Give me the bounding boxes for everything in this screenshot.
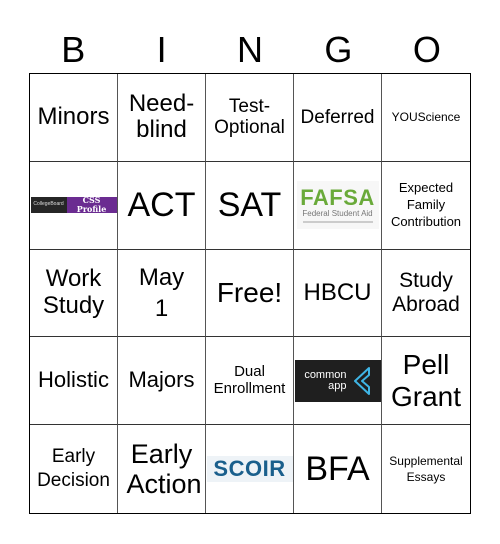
cell-label: Pell Grant — [390, 349, 462, 412]
cell-label: SAT — [217, 186, 282, 225]
cell-label: Dual Enrollment — [213, 362, 286, 397]
bingo-cell[interactable]: FAFSA Federal Student Aid — [294, 161, 382, 250]
css-profile-logo: CollegeBoard CSS Profile — [30, 196, 117, 214]
bingo-cell[interactable]: Free! — [206, 249, 294, 338]
cell-label: Free! — [216, 277, 283, 309]
bingo-cell[interactable]: Need-blind — [118, 74, 206, 162]
bingo-cell[interactable]: Expected Family Contribution — [382, 162, 470, 250]
scoir-logo: SCOIR — [206, 456, 293, 483]
bingo-cell[interactable]: Study Abroad — [382, 250, 470, 338]
fafsa-logo: FAFSA Federal Student Aid — [296, 181, 379, 230]
css-profile-text: CSS Profile — [66, 196, 117, 214]
bingo-cell[interactable]: Deferred — [294, 74, 382, 162]
fafsa-subtitle: Federal Student Aid — [302, 209, 373, 219]
cell-label: Supplemental Essays — [389, 453, 463, 485]
bingo-cell[interactable]: SAT — [206, 161, 294, 250]
bingo-cell[interactable]: CollegeBoard CSS Profile — [30, 161, 118, 250]
header-letter-g: G — [324, 29, 353, 70]
bingo-cell[interactable]: May 1 — [118, 249, 206, 338]
cell-label: May 1 — [138, 263, 185, 322]
bingo-cell[interactable]: Minors — [30, 74, 118, 162]
common-app-text: common app — [304, 368, 347, 392]
cell-label: BFA — [305, 450, 370, 489]
bingo-cell[interactable]: Holistic — [30, 337, 118, 426]
bingo-cell[interactable]: Work Study — [30, 249, 118, 338]
collegeboard-brand: CollegeBoard — [30, 197, 67, 214]
cell-label: Deferred — [300, 106, 375, 128]
bingo-grid: Minors Need-blind Test-Optional Deferred… — [29, 73, 471, 514]
cell-label: Majors — [128, 367, 195, 393]
cell-label: Test-Optional — [214, 96, 285, 139]
bingo-cell[interactable]: ACT — [118, 161, 206, 250]
cell-label: Work Study — [42, 265, 105, 319]
fafsa-title: FAFSA — [300, 185, 375, 211]
header-letter-o: O — [412, 29, 441, 70]
bingo-cell[interactable]: Supplemental Essays — [382, 425, 470, 513]
cell-label: YOUScience — [391, 109, 461, 124]
header-letter-b: B — [61, 29, 86, 70]
bingo-cell[interactable]: SCOIR — [206, 425, 294, 513]
bingo-cell[interactable]: Dual Enrollment — [206, 337, 294, 426]
cell-label: Expected Family Contribution — [390, 179, 462, 229]
bingo-header: B I N G O — [29, 27, 471, 73]
bingo-cell[interactable]: Early Decision — [30, 425, 118, 513]
cell-label: HBCU — [303, 278, 372, 306]
bingo-cell[interactable]: Pell Grant — [382, 337, 470, 426]
fafsa-divider — [302, 221, 373, 224]
cell-label: ACT — [127, 186, 196, 225]
bingo-cell[interactable]: BFA — [294, 425, 382, 513]
common-app-chevron-icon — [353, 366, 370, 395]
cell-label: Minors — [37, 102, 110, 130]
bingo-cell[interactable]: Early Action — [118, 425, 206, 513]
header-letter-n: N — [237, 29, 264, 70]
cell-label: Early Action — [126, 438, 202, 500]
header-letter-i: I — [156, 29, 167, 70]
bingo-cell[interactable]: YOUScience — [382, 74, 470, 162]
bingo-cell[interactable]: HBCU — [294, 249, 382, 338]
bingo-cell[interactable]: Majors — [118, 337, 206, 426]
cell-label: Study Abroad — [392, 269, 460, 316]
bingo-cell[interactable]: common app — [294, 337, 382, 426]
cell-label: Holistic — [38, 367, 109, 393]
bingo-cell[interactable]: Test-Optional — [206, 74, 294, 162]
cell-label: Early Decision — [37, 446, 110, 492]
cell-label: Need-blind — [128, 89, 195, 144]
common-app-logo: common app — [294, 359, 381, 402]
